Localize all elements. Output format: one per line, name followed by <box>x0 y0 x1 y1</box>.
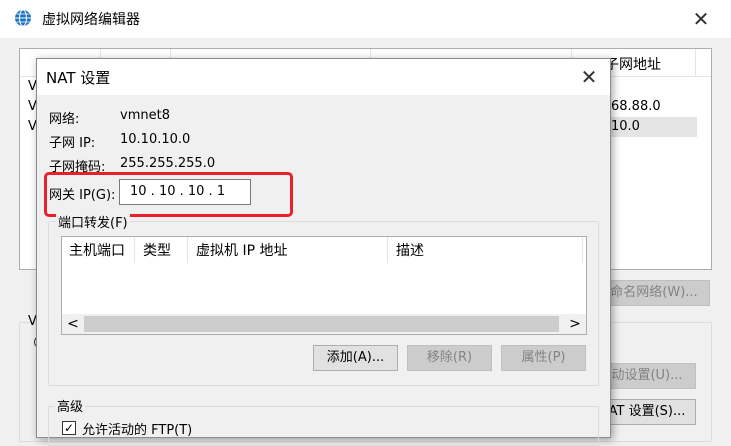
column-header-host-port[interactable]: 主机端口 <box>69 240 125 260</box>
nat-settings-button[interactable]: AT 设置(S)... <box>598 399 696 425</box>
globe-network-icon <box>15 9 31 27</box>
allow-ftp-checkbox[interactable]: ✓ <box>62 421 76 435</box>
column-header-description[interactable]: 描述 <box>396 240 424 260</box>
column-header-type[interactable]: 类型 <box>143 240 171 260</box>
network-label: 网络: <box>49 112 80 127</box>
column-header-subnet[interactable]: 子网地址 <box>605 54 661 74</box>
subnet-mask-value: 255.255.255.0 <box>120 156 216 171</box>
advanced-label: 高级 <box>55 396 86 415</box>
nat-dialog-titlebar <box>37 59 610 95</box>
nat-dialog-title: NAT 设置 <box>46 69 111 87</box>
column-header-vm-ip[interactable]: 虚拟机 IP 地址 <box>196 240 287 260</box>
add-button[interactable]: 添加(A)... <box>313 345 398 371</box>
parent-window-title: 虚拟网络编辑器 <box>42 12 140 28</box>
scrollbar-thumb[interactable] <box>84 316 559 332</box>
port-forwarding-header: 主机端口 类型 虚拟机 IP 地址 描述 <box>62 237 586 263</box>
scroll-right-icon[interactable]: > <box>566 314 584 334</box>
subnet-ip-label: 子网 IP: <box>49 136 96 151</box>
subnet-ip-value: 10.10.10.0 <box>120 132 191 147</box>
scroll-left-icon[interactable]: < <box>64 314 82 334</box>
rename-network-button[interactable]: 命名网络(W)... <box>598 280 710 306</box>
properties-button[interactable]: 属性(P) <box>501 345 586 371</box>
port-forwarding-label: 端口转发(F) <box>56 212 130 231</box>
remove-button[interactable]: 移除(R) <box>407 345 492 371</box>
allow-ftp-label: 允许活动的 FTP(T) <box>82 423 193 438</box>
auto-settings-button[interactable]: 动设置(U)... <box>598 363 696 389</box>
row-subnet-partial[interactable]: 68.88.0 <box>611 99 661 114</box>
nat-close-icon[interactable]: ✕ <box>576 64 602 90</box>
network-value: vmnet8 <box>120 108 170 123</box>
parent-close-icon[interactable]: ✕ <box>688 6 714 32</box>
row-subnet-partial[interactable]: 10.0 <box>611 119 640 134</box>
annotation-highlight-box <box>44 172 293 217</box>
